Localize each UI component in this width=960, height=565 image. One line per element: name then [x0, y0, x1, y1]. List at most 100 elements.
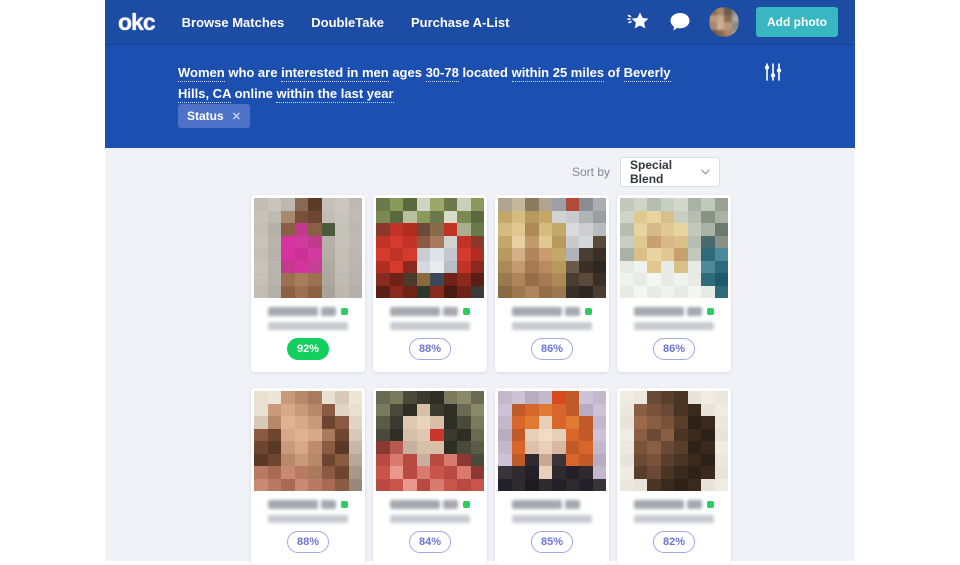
blurred-age — [687, 307, 702, 316]
blurred-age — [321, 307, 336, 316]
blurred-location — [634, 515, 714, 523]
match-card[interactable]: 84% — [373, 388, 487, 565]
match-identity — [373, 307, 487, 330]
blurred-name — [268, 500, 318, 509]
filter-text: located — [459, 65, 512, 80]
online-dot — [463, 308, 470, 315]
match-card[interactable]: 88% — [251, 388, 365, 565]
filter-criterion[interactable]: Women — [178, 65, 225, 82]
nav-links: Browse Matches DoubleTake Purchase A-List — [182, 15, 510, 30]
nav-right: Add photo — [627, 7, 855, 37]
match-grid: 92% 88% 86% — [251, 195, 731, 565]
match-name-row — [634, 307, 714, 316]
nav-item-doubletake[interactable]: DoubleTake — [311, 15, 384, 30]
match-name-row — [268, 500, 348, 509]
filter-sliders-icon[interactable] — [759, 58, 787, 86]
blurred-name — [268, 307, 318, 316]
match-identity — [495, 307, 609, 330]
match-photo — [254, 391, 362, 491]
match-name-row — [390, 307, 470, 316]
blurred-location — [268, 515, 348, 523]
match-photo — [498, 391, 606, 491]
blurred-name — [512, 500, 562, 509]
filter-chip-status[interactable]: Status ✕ — [178, 104, 250, 128]
blurred-location — [390, 322, 470, 330]
blurred-location — [512, 322, 592, 330]
online-dot — [585, 308, 592, 315]
okc-logo[interactable]: okc — [118, 9, 155, 36]
match-identity — [617, 307, 731, 330]
top-nav: okc Browse Matches DoubleTake Purchase A-L… — [105, 0, 855, 44]
blurred-age — [321, 500, 336, 509]
match-percentage-pill: 86% — [653, 338, 695, 360]
blurred-age — [443, 500, 458, 509]
sort-row: Sort by Special Blend — [572, 157, 720, 187]
match-percentage-pill: 86% — [531, 338, 573, 360]
online-dot — [341, 501, 348, 508]
blurred-location — [268, 322, 348, 330]
blurred-name — [634, 307, 684, 316]
match-photo — [620, 198, 728, 298]
blurred-age — [565, 307, 580, 316]
match-percentage-pill: 82% — [653, 531, 695, 553]
match-identity — [251, 307, 365, 330]
match-name-row — [268, 307, 348, 316]
match-identity — [251, 500, 365, 523]
nav-left: okc Browse Matches DoubleTake Purchase A-L… — [105, 9, 509, 36]
sort-select-dropdown[interactable]: Special Blend — [620, 157, 720, 187]
match-photo — [620, 391, 728, 491]
match-name-row — [512, 500, 592, 509]
filter-chip-label: Status — [187, 109, 224, 123]
match-photo — [376, 198, 484, 298]
chip-close-icon[interactable]: ✕ — [232, 110, 241, 123]
sort-selected-value: Special Blend — [630, 158, 701, 186]
blurred-location — [390, 515, 470, 523]
match-card[interactable]: 92% — [251, 195, 365, 372]
blurred-name — [390, 307, 440, 316]
match-photo — [254, 198, 362, 298]
online-dot — [463, 501, 470, 508]
add-photo-button[interactable]: Add photo — [756, 7, 838, 37]
filter-criterion[interactable]: within 25 miles — [512, 65, 604, 82]
match-identity — [617, 500, 731, 523]
messages-icon[interactable] — [668, 10, 692, 34]
online-dot — [341, 308, 348, 315]
blurred-name — [634, 500, 684, 509]
match-card[interactable]: 88% — [373, 195, 487, 372]
blurred-location — [634, 322, 714, 330]
likes-star-icon[interactable] — [627, 10, 651, 34]
blurred-age — [565, 500, 580, 509]
blurred-location — [512, 515, 592, 523]
filter-text: online — [231, 86, 277, 101]
match-card[interactable]: 85% — [495, 388, 609, 565]
match-results-area: Sort by Special Blend 92% — [105, 148, 855, 561]
blurred-name — [512, 307, 562, 316]
nav-item-purchase-a-list[interactable]: Purchase A-List — [411, 15, 510, 30]
filter-sentence: Women who are interested in men ages 30-… — [178, 62, 688, 104]
match-card[interactable]: 86% — [495, 195, 609, 372]
match-name-row — [512, 307, 592, 316]
filter-criterion[interactable]: within the last year — [276, 86, 393, 103]
match-percentage-pill: 88% — [287, 531, 329, 553]
sort-by-label: Sort by — [572, 165, 610, 179]
match-percentage-pill: 88% — [409, 338, 451, 360]
blurred-age — [443, 307, 458, 316]
match-identity — [373, 500, 487, 523]
filter-criterion[interactable]: 30-78 — [426, 65, 459, 82]
match-name-row — [390, 500, 470, 509]
match-percentage-pill: 84% — [409, 531, 451, 553]
match-percentage-pill: 92% — [287, 338, 329, 360]
online-dot — [707, 308, 714, 315]
match-card[interactable]: 86% — [617, 195, 731, 372]
profile-avatar[interactable] — [709, 7, 739, 37]
online-dot — [707, 501, 714, 508]
blurred-name — [390, 500, 440, 509]
filter-criterion[interactable]: interested in men — [281, 65, 389, 82]
match-card[interactable]: 82% — [617, 388, 731, 565]
okcupid-app: okc Browse Matches DoubleTake Purchase A-L… — [105, 0, 855, 561]
nav-item-browse-matches[interactable]: Browse Matches — [182, 15, 285, 30]
match-photo — [376, 391, 484, 491]
filter-text: of — [604, 65, 624, 80]
filter-text: who are — [225, 65, 281, 80]
avatar-photo — [709, 7, 739, 37]
